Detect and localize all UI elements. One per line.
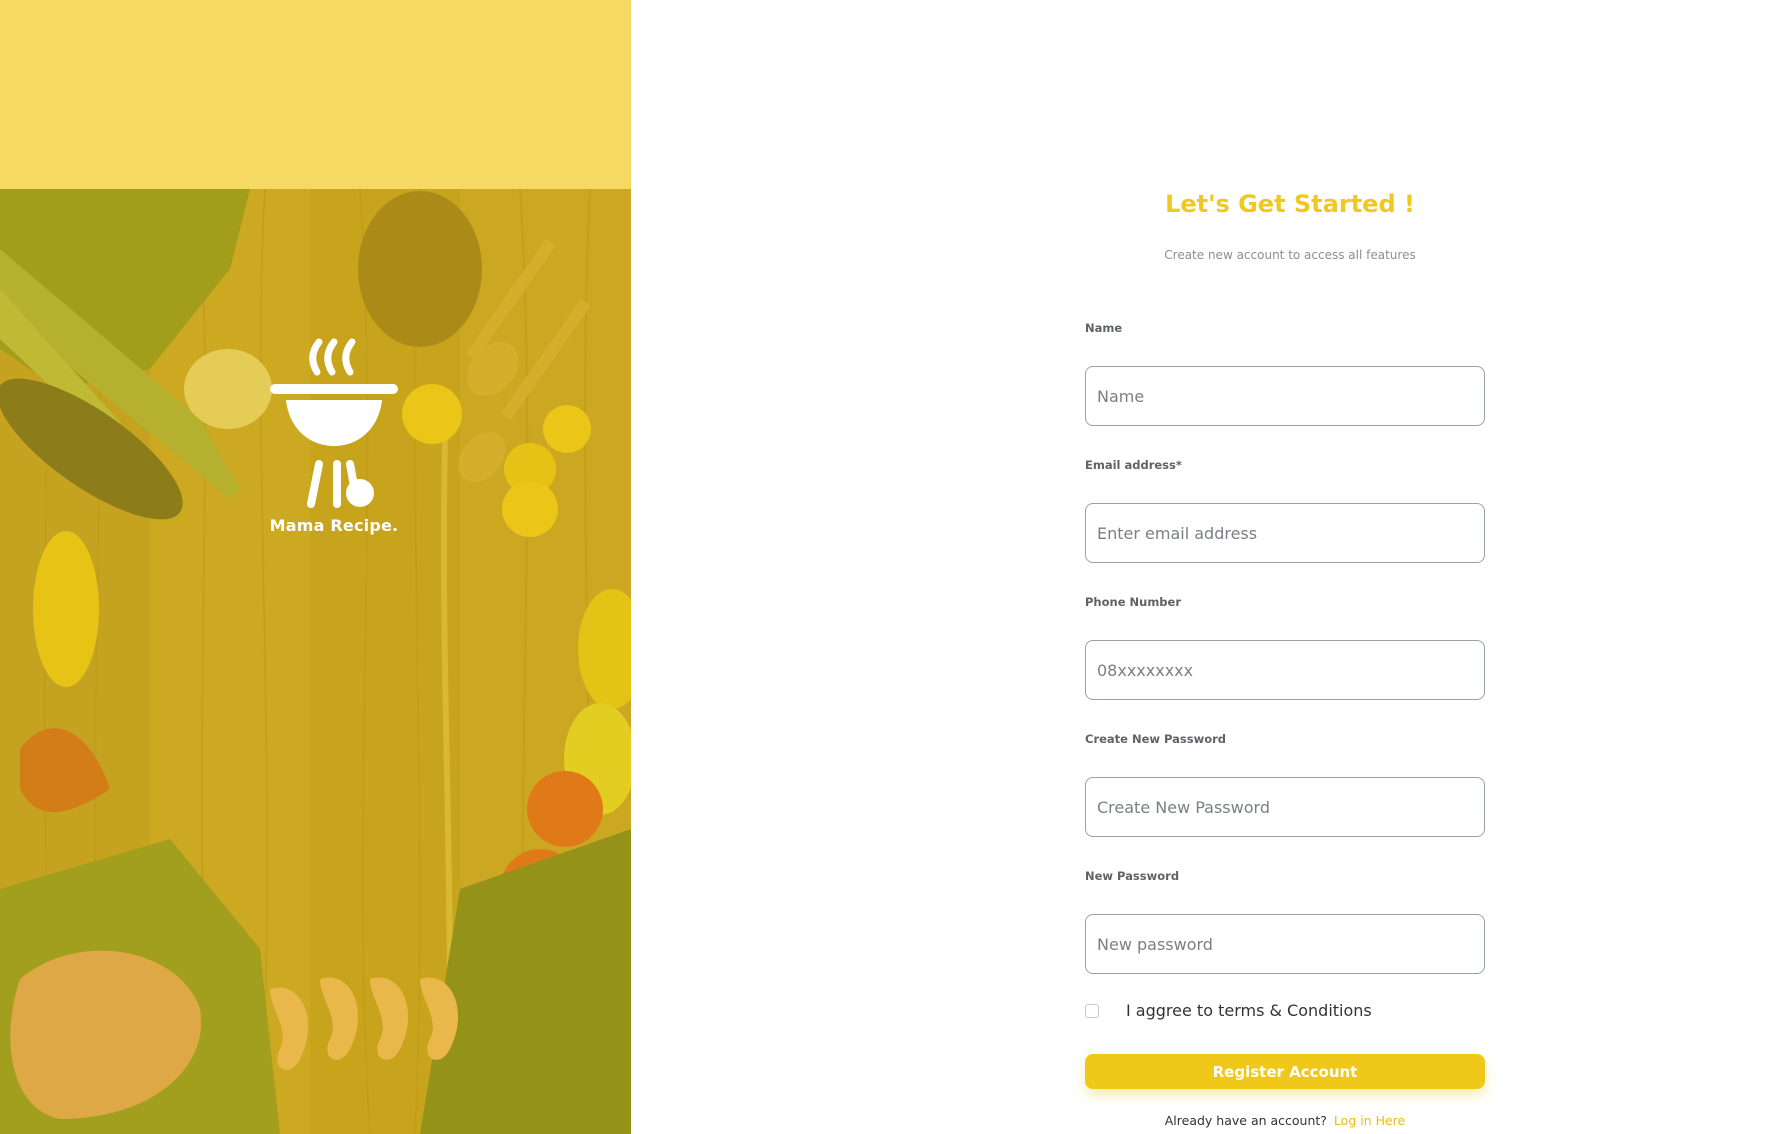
new-password-label: New Password: [1085, 869, 1180, 883]
email-label: Email address*: [1085, 458, 1182, 472]
page-title: Let's Get Started !: [1165, 190, 1415, 218]
create-password-input[interactable]: [1085, 777, 1485, 837]
login-prompt-text: Already have an account?: [1164, 1113, 1327, 1128]
terms-label[interactable]: I aggree to terms & Conditions: [1126, 1001, 1372, 1020]
page-subtitle: Create new account to access all feature…: [1164, 248, 1416, 262]
food-background-image: [0, 189, 631, 1134]
name-label: Name: [1085, 321, 1123, 335]
register-page: Mama Recipe. Let's Get Started ! Create …: [0, 0, 1788, 1134]
email-input[interactable]: [1085, 503, 1485, 563]
register-button[interactable]: Register Account: [1085, 1054, 1485, 1089]
left-panel: Mama Recipe.: [0, 0, 631, 1134]
login-link[interactable]: Log in Here: [1334, 1113, 1405, 1128]
create-password-label: Create New Password: [1085, 732, 1227, 746]
name-input[interactable]: [1085, 366, 1485, 426]
login-prompt-row: Already have an account? Log in Here: [1085, 1113, 1485, 1128]
brand: Mama Recipe.: [254, 336, 414, 535]
top-yellow-band: [0, 0, 631, 189]
brand-name: Mama Recipe.: [269, 516, 399, 535]
phone-input[interactable]: [1085, 640, 1485, 700]
barbecue-grill-icon: [270, 338, 398, 508]
terms-row: I aggree to terms & Conditions: [1085, 1001, 1372, 1020]
new-password-input[interactable]: [1085, 914, 1485, 974]
phone-label: Phone Number: [1085, 595, 1182, 609]
terms-checkbox[interactable]: [1085, 1003, 1099, 1018]
